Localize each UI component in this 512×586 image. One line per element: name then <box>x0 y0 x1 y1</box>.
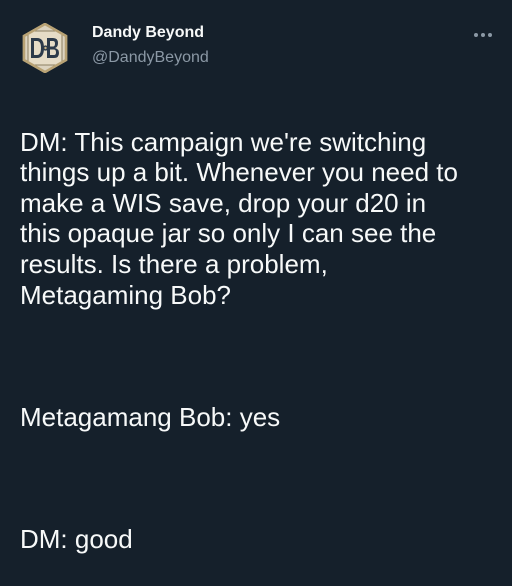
tweet-paragraph-dm-intro: DM: This campaign we're switching things… <box>20 126 458 310</box>
dandy-beyond-logo-icon <box>22 23 68 73</box>
avatar[interactable] <box>20 23 70 73</box>
more-options-button[interactable] <box>466 24 500 46</box>
more-horizontal-icon <box>474 33 492 37</box>
author-handle[interactable]: @DandyBeyond <box>92 49 209 67</box>
tweet: Dandy Beyond @DandyBeyond DM: This campa… <box>0 0 512 554</box>
tweet-paragraph-bob-reply: Metagamang Bob: yes <box>20 401 281 432</box>
tweet-paragraph-dm-reply: DM: good <box>20 524 133 555</box>
tweet-text: DM: This campaign we're switching things… <box>20 96 506 586</box>
author-display-name[interactable]: Dandy Beyond <box>92 24 204 42</box>
